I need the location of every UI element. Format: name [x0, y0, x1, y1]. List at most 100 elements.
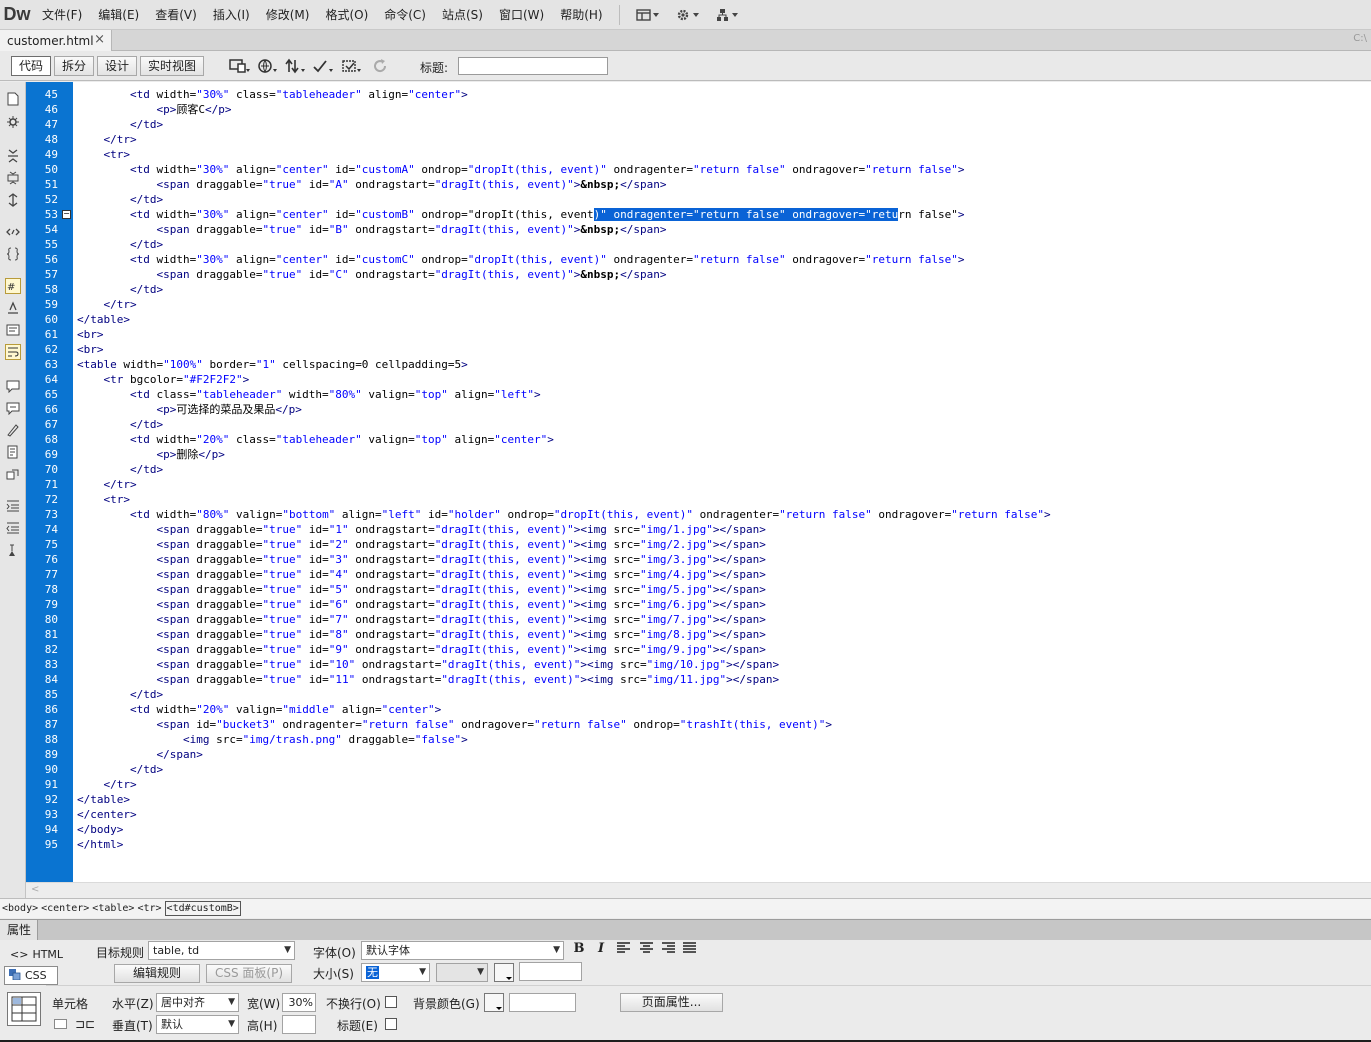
code-line[interactable]: <span draggable="true" id="2" ondragstar…	[77, 537, 1051, 552]
code-line[interactable]: <td width="30%" align="center" id="custo…	[77, 207, 1051, 222]
multiscreen-icon[interactable]	[226, 56, 254, 76]
show-code-navigator-icon[interactable]	[5, 114, 21, 130]
menu-item[interactable]: 命令(C)	[376, 0, 434, 30]
tab-customer-html[interactable]: customer.html ×	[0, 30, 112, 51]
properties-tab[interactable]: 属性	[0, 920, 38, 941]
design-view-button[interactable]: 设计	[97, 56, 138, 76]
size-select[interactable]: 无 ▼	[361, 963, 430, 982]
code-line[interactable]: </td>	[77, 417, 1051, 432]
validate-icon[interactable]	[310, 56, 338, 76]
font-color-input[interactable]	[519, 962, 582, 981]
code-line[interactable]: </span>	[77, 747, 1051, 762]
recent-snippets-icon[interactable]	[5, 444, 21, 460]
menu-item[interactable]: 格式(O)	[317, 0, 376, 30]
code-line[interactable]: </td>	[77, 462, 1051, 477]
collapse-selection-icon[interactable]	[5, 170, 21, 186]
code-line[interactable]: <span draggable="true" id="10" ondragsta…	[77, 657, 1051, 672]
tag-selector-item[interactable]: <tr>	[137, 899, 161, 918]
target-rule-select[interactable]: table, td ▼	[148, 941, 295, 960]
preview-browser-icon[interactable]	[254, 56, 282, 76]
code-line[interactable]: <td width="20%" valign="middle" align="c…	[77, 702, 1051, 717]
code-line[interactable]: </html>	[77, 837, 1051, 852]
layout-icon[interactable]	[628, 0, 668, 30]
select-parent-tag-icon[interactable]	[5, 224, 21, 240]
code-line[interactable]: </tr>	[77, 477, 1051, 492]
menu-item[interactable]: 站点(S)	[434, 0, 491, 30]
menu-item[interactable]: 窗口(W)	[491, 0, 552, 30]
code-line[interactable]: </tr>	[77, 777, 1051, 792]
edit-rule-button[interactable]: 编辑规则	[114, 964, 200, 983]
code-line[interactable]: <td width="80%" valign="bottom" align="l…	[77, 507, 1051, 522]
balance-braces-icon[interactable]	[5, 246, 21, 262]
font-color-picker[interactable]	[494, 963, 514, 982]
apply-comment-icon[interactable]	[5, 378, 21, 394]
code-line[interactable]: <table width="100%" border="1" cellspaci…	[77, 357, 1051, 372]
move-css-icon[interactable]	[5, 466, 21, 482]
code-line[interactable]: <tr bgcolor="#F2F2F2">	[77, 372, 1051, 387]
code-line[interactable]: <span id="bucket3" ondragenter="return f…	[77, 717, 1051, 732]
code-line[interactable]: <td class="tableheader" width="80%" vali…	[77, 387, 1051, 402]
code-line[interactable]: </td>	[77, 117, 1051, 132]
code-line[interactable]: <img src="img/trash.png" draggable="fals…	[77, 732, 1051, 747]
code-line[interactable]: <td width="20%" class="tableheader" vali…	[77, 432, 1051, 447]
code-line[interactable]: </td>	[77, 687, 1051, 702]
tag-selector-item[interactable]: <table>	[92, 899, 134, 918]
code-line[interactable]: <span draggable="true" id="8" ondragstar…	[77, 627, 1051, 642]
align-left-icon[interactable]	[614, 940, 632, 956]
site-icon[interactable]	[708, 0, 748, 30]
code-line[interactable]: <p>可选择的菜品及果品</p>	[77, 402, 1051, 417]
syntax-error-alerts-icon[interactable]	[5, 322, 21, 338]
code-line[interactable]: </td>	[77, 762, 1051, 777]
code-line[interactable]: <br>	[77, 342, 1051, 357]
bgcolor-picker[interactable]	[484, 993, 504, 1012]
code-line[interactable]: <span draggable="true" id="A" ondragstar…	[77, 177, 1051, 192]
menu-item[interactable]: 文件(F)	[34, 0, 90, 30]
scroll-left-icon[interactable]: <	[31, 884, 39, 895]
code-line[interactable]: <span draggable="true" id="9" ondragstar…	[77, 642, 1051, 657]
code-line[interactable]: <span draggable="true" id="B" ondragstar…	[77, 222, 1051, 237]
code-line[interactable]: <p>顾客C</p>	[77, 102, 1051, 117]
code-view-button[interactable]: 代码	[11, 56, 52, 76]
code-line[interactable]: <span draggable="true" id="7" ondragstar…	[77, 612, 1051, 627]
html-mode-button[interactable]: <> HTML	[6, 945, 67, 964]
expand-all-icon[interactable]	[5, 192, 21, 208]
highlight-invalid-code-icon[interactable]	[5, 300, 21, 316]
title-input[interactable]	[458, 57, 608, 75]
vertical-align-select[interactable]: 默认 ▼	[156, 1015, 239, 1034]
visual-aids-icon[interactable]	[338, 56, 366, 76]
width-input[interactable]: 30%	[282, 993, 316, 1012]
code-line[interactable]: </tr>	[77, 132, 1051, 147]
header-checkbox[interactable]	[385, 1018, 397, 1030]
menu-item[interactable]: 修改(M)	[258, 0, 318, 30]
code-line[interactable]: <span draggable="true" id="3" ondragstar…	[77, 552, 1051, 567]
tag-selector-item[interactable]: <center>	[41, 899, 89, 918]
code-line[interactable]: </tr>	[77, 297, 1051, 312]
css-panel-button[interactable]: CSS 面板(P)	[206, 964, 292, 983]
file-management-icon[interactable]	[282, 56, 310, 76]
tag-selector-item[interactable]: <body>	[2, 899, 38, 918]
remove-comment-icon[interactable]	[5, 400, 21, 416]
close-icon[interactable]: ×	[94, 32, 105, 47]
collapse-full-tag-icon[interactable]	[5, 148, 21, 164]
code-line[interactable]: <span draggable="true" id="1" ondragstar…	[77, 522, 1051, 537]
menu-item[interactable]: 帮助(H)	[552, 0, 610, 30]
align-center-icon[interactable]	[637, 940, 655, 956]
format-source-icon[interactable]	[5, 542, 21, 558]
split-view-button[interactable]: 拆分	[54, 56, 95, 76]
code-line[interactable]: <td width="30%" class="tableheader" alig…	[77, 87, 1051, 102]
menu-item[interactable]: 插入(I)	[205, 0, 258, 30]
code-line[interactable]: </table>	[77, 792, 1051, 807]
code-line[interactable]: <td width="30%" align="center" id="custo…	[77, 162, 1051, 177]
horizontal-scrollbar[interactable]: <	[26, 882, 1371, 898]
code-line[interactable]: <tr>	[77, 492, 1051, 507]
height-input[interactable]	[282, 1015, 316, 1034]
code-line[interactable]: <span draggable="true" id="C" ondragstar…	[77, 267, 1051, 282]
line-numbers-icon[interactable]: #	[5, 278, 21, 294]
nowrap-checkbox[interactable]	[385, 996, 397, 1008]
code-line[interactable]: <span draggable="true" id="5" ondragstar…	[77, 582, 1051, 597]
merge-cells-icon[interactable]	[54, 1019, 67, 1029]
word-wrap-icon[interactable]	[5, 344, 21, 360]
bgcolor-input[interactable]	[509, 993, 576, 1012]
size-unit-select[interactable]: ▼	[436, 963, 488, 982]
align-right-icon[interactable]	[659, 940, 677, 956]
